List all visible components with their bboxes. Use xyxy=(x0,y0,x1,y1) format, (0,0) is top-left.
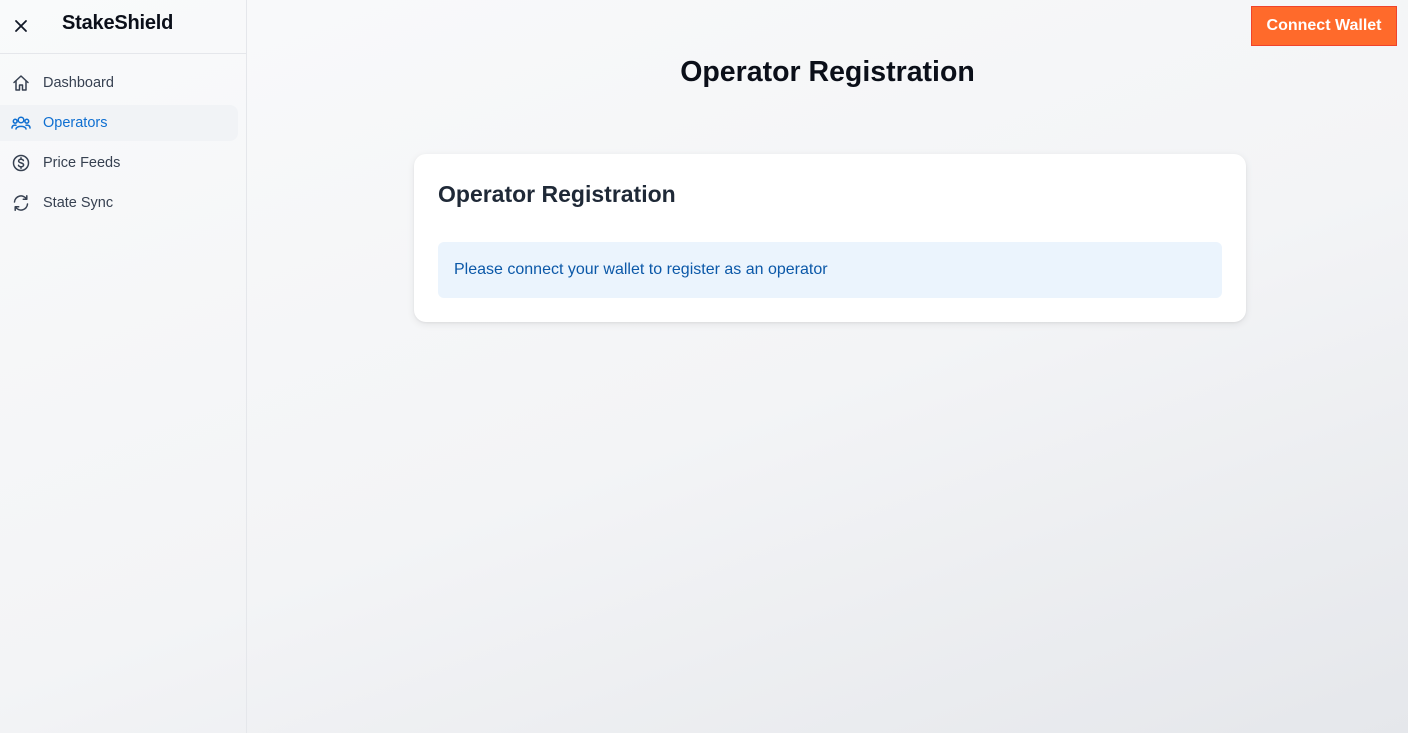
connect-wallet-button[interactable]: Connect Wallet xyxy=(1251,6,1397,46)
sidebar-item-label: Dashboard xyxy=(43,75,114,91)
sidebar-nav: Dashboard Operators Price Feeds State Sy… xyxy=(0,54,246,221)
sidebar-item-price-feeds[interactable]: Price Feeds xyxy=(0,145,238,181)
sidebar-item-label: Price Feeds xyxy=(43,155,121,171)
sidebar-item-dashboard[interactable]: Dashboard xyxy=(0,65,238,101)
sidebar-item-state-sync[interactable]: State Sync xyxy=(0,185,238,221)
app-brand: StakeShield xyxy=(62,12,174,34)
sidebar: StakeShield Dashboard Operators Price Fe… xyxy=(0,0,247,733)
sidebar-header: StakeShield xyxy=(0,0,246,54)
home-icon xyxy=(11,73,31,93)
sidebar-item-label: Operators xyxy=(43,115,108,131)
card-title: Operator Registration xyxy=(438,181,676,207)
users-icon xyxy=(11,113,31,133)
sidebar-item-operators[interactable]: Operators xyxy=(0,105,238,141)
dollar-circle-icon xyxy=(11,153,31,173)
page-title: Operator Registration xyxy=(680,56,975,88)
connect-wallet-alert: Please connect your wallet to register a… xyxy=(438,242,1222,298)
alert-text: Please connect your wallet to register a… xyxy=(454,261,828,278)
refresh-icon xyxy=(11,193,31,213)
sidebar-item-label: State Sync xyxy=(43,195,114,211)
registration-card: Operator Registration Please connect you… xyxy=(414,154,1246,322)
close-icon[interactable] xyxy=(10,15,32,37)
